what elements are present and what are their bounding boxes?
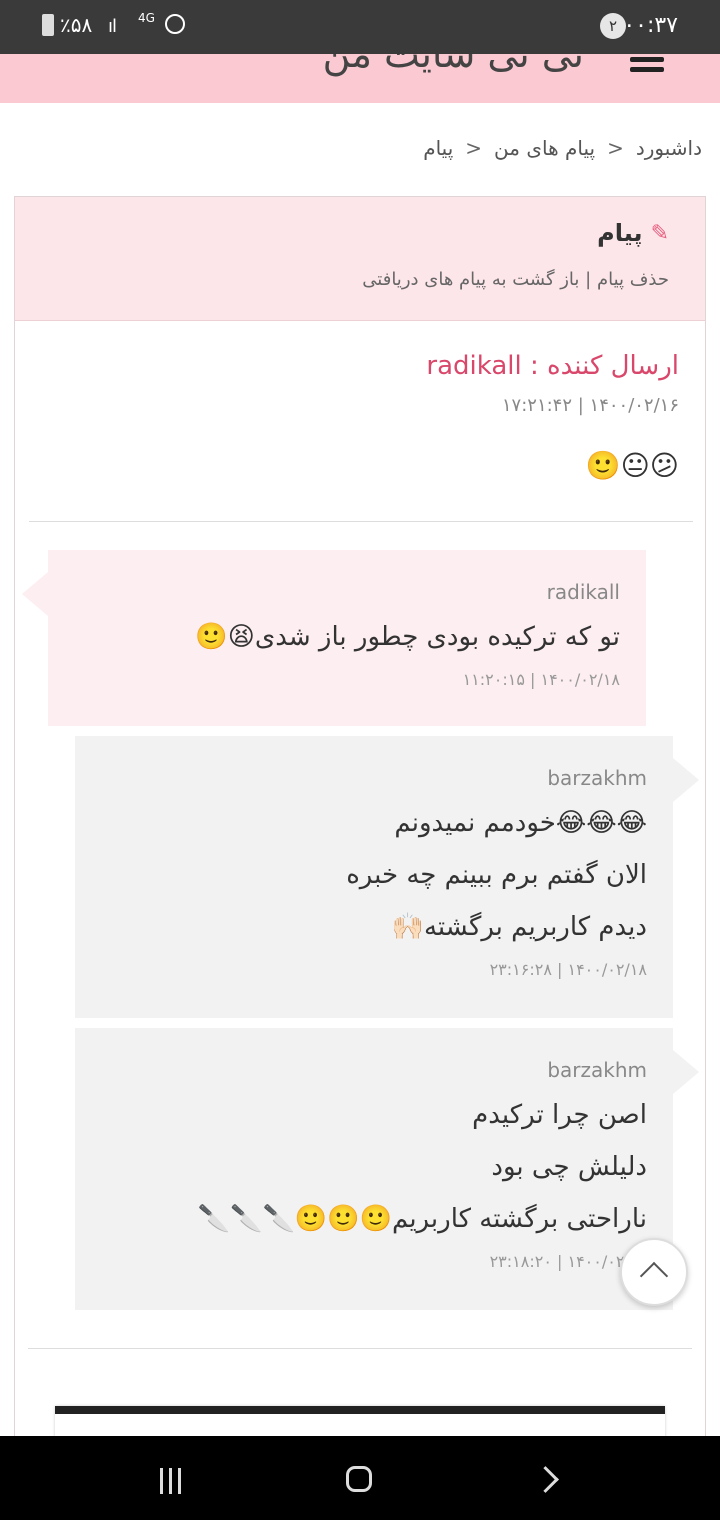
reply-line: اصن چرا ترکیدم xyxy=(472,1100,647,1130)
scroll-to-top-button[interactable] xyxy=(620,1238,688,1306)
reply-line: دلیلش چی بود xyxy=(491,1152,647,1182)
pencil-icon: ✎ xyxy=(650,220,669,246)
reply-author: barzakhm xyxy=(547,1058,647,1082)
reply-line: الان گفتم برم ببینم چه خبره xyxy=(346,860,647,890)
signal-icon: ıl xyxy=(108,16,117,37)
reply-line: تو که ترکیده بودی چطور باز شدی😫🙂 xyxy=(195,622,620,652)
breadcrumb-dashboard[interactable]: داشبورد xyxy=(636,136,702,160)
breadcrumb: داشبورد < پیام های من < پیام xyxy=(423,136,702,160)
header-actions: حذف پیام | باز گشت به پیام های دریافتی xyxy=(362,269,669,290)
divider xyxy=(28,1348,692,1349)
battery-level: ٪۵۸ xyxy=(60,13,93,37)
reply-timestamp: ۲۳:۱۸:۲۰ | ۱۴۰۰/۰۲/۱۸ xyxy=(489,1252,647,1271)
clock: ۰۰:۳۷ xyxy=(623,13,678,38)
back-icon[interactable] xyxy=(532,1466,559,1493)
reply-author: radikall xyxy=(546,580,620,604)
chevron-left-icon: < xyxy=(607,136,624,160)
reply-author: barzakhm xyxy=(547,766,647,790)
delete-message-link[interactable]: حذف پیام xyxy=(597,269,669,290)
back-to-inbox-link[interactable]: باز گشت به پیام های دریافتی xyxy=(362,269,579,290)
page-title: ✎ پیام xyxy=(597,219,669,247)
status-bar: ٪۵۸ ıl 4G ۲ ۰۰:۳۷ xyxy=(0,0,720,54)
reply-line: 😂😂😂خودمم نمیدونم xyxy=(394,808,647,838)
sender-label: ارسال کننده : radikall xyxy=(426,351,679,381)
card-header: ✎ پیام حذف پیام | باز گشت به پیام های در… xyxy=(15,197,705,321)
message-datetime: ۱۷:۲۱:۴۲ | ۱۴۰۰/۰۲/۱۶ xyxy=(501,395,679,416)
site-header: تی تی سایت من xyxy=(0,54,720,103)
home-icon[interactable] xyxy=(346,1466,372,1492)
link-divider: | xyxy=(585,269,592,290)
reply-line: ناراحتی برگشته کاربریم🙂🙂🙂🔪🔪🔪 xyxy=(197,1204,647,1234)
reply-timestamp: ۱۱:۲۰:۱۵ | ۱۴۰۰/۰۲/۱۸ xyxy=(462,670,620,689)
network-type: 4G xyxy=(138,11,155,25)
breadcrumb-my-messages[interactable]: پیام های من xyxy=(494,136,595,160)
page-title-text: پیام xyxy=(597,219,643,247)
recent-apps-icon[interactable] xyxy=(160,1468,188,1494)
reply-timestamp: ۲۳:۱۶:۲۸ | ۱۴۰۰/۰۲/۱۸ xyxy=(489,960,647,979)
message-body: 😕😐🙂 xyxy=(585,449,679,482)
battery-icon xyxy=(42,14,54,36)
divider xyxy=(29,521,693,522)
navigation-bar xyxy=(0,1436,720,1520)
notification-count: ۲ xyxy=(600,13,626,39)
chevron-left-icon: < xyxy=(465,136,483,160)
reply-bubble: radikall تو که ترکیده بودی چطور باز شدی😫… xyxy=(22,550,646,726)
reply-bubble: barzakhm اصن چرا ترکیدم دلیلش چی بود نار… xyxy=(75,1028,699,1310)
alarm-icon xyxy=(165,14,185,34)
site-title[interactable]: تی تی سایت من xyxy=(323,54,584,76)
reply-bubble: barzakhm 😂😂😂خودمم نمیدونم الان گفتم برم … xyxy=(75,736,699,1018)
reply-line: دیدم کاربریم برگشته🙌🏻 xyxy=(391,912,647,942)
hamburger-menu-icon[interactable] xyxy=(630,57,664,77)
breadcrumb-message: پیام xyxy=(423,136,454,160)
